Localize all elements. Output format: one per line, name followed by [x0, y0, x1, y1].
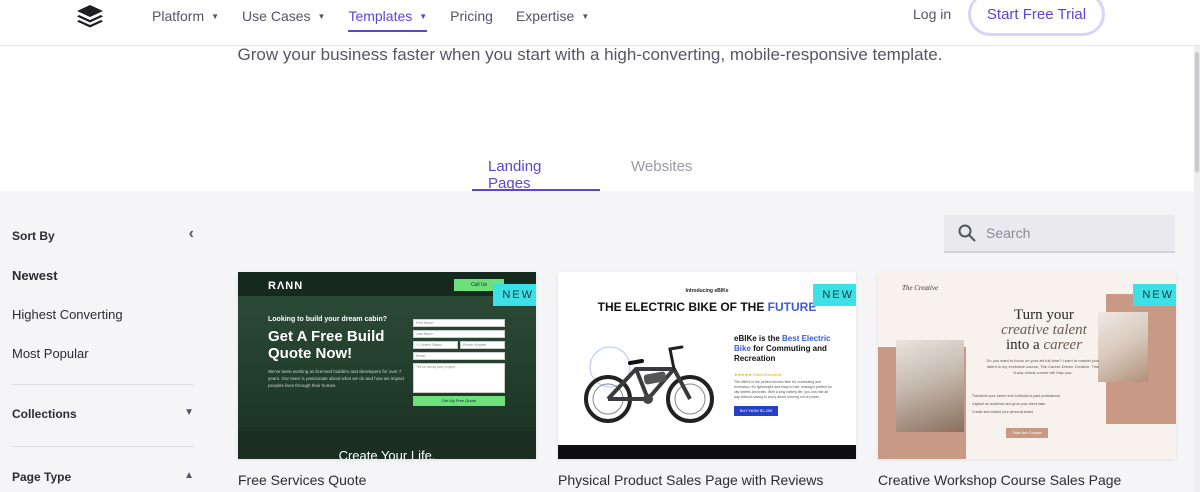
chevron-down-icon: ▼: [581, 11, 590, 21]
tab-websites[interactable]: Websites: [615, 146, 708, 192]
nav-platform[interactable]: Platform ▼: [152, 0, 219, 32]
divider: [12, 446, 194, 447]
template-preview[interactable]: RΛNN Call Us Looking to build your dream…: [238, 272, 536, 459]
nav-expertise-label: Expertise: [515, 8, 575, 24]
top-navigation-bar: Platform ▼ Use Cases ▼ Templates ▼ Prici…: [0, 0, 1200, 46]
preview-headline-c: into a: [1005, 337, 1044, 353]
preview-submit-button: Get My Free Quote: [413, 396, 505, 406]
chevron-down-icon: ▼: [317, 11, 326, 21]
sort-option-newest[interactable]: Newest: [12, 268, 58, 283]
template-card-physical-product[interactable]: Introducing eBIKe THE ELECTRIC BIKE OF T…: [558, 272, 856, 488]
bike-image: [584, 345, 714, 423]
template-type-tabs: Landing Pages Websites: [472, 146, 708, 192]
chevron-down-icon: ▼: [211, 11, 220, 21]
preview-footer-text: Create Your Life.: [338, 448, 436, 459]
page-scrollbar[interactable]: [1194, 46, 1200, 492]
preview-desc-a: eBIKe is the: [734, 334, 783, 343]
nav-platform-label: Platform: [152, 8, 205, 24]
sort-by-header[interactable]: Sort By ‹: [12, 225, 194, 243]
search-box[interactable]: [944, 215, 1175, 253]
chevron-left-icon[interactable]: ‹: [189, 225, 194, 243]
scrollbar-thumb[interactable]: [1195, 52, 1199, 172]
chevron-down-icon: ▼: [184, 407, 194, 418]
template-title[interactable]: Creative Workshop Course Sales Page: [878, 472, 1176, 488]
preview-buy-button: BUY NOW $1,450: [734, 406, 778, 416]
preview-form: First Name Last Name +1 United States Ph…: [413, 319, 505, 406]
template-title[interactable]: Free Services Quote: [238, 472, 536, 488]
start-free-trial-button[interactable]: Start Free Trial: [968, 0, 1105, 36]
nav-use-cases[interactable]: Use Cases ▼: [242, 0, 325, 32]
preview-bullet: Capture an audience and grow your client…: [972, 402, 1046, 406]
preview-rating: ★★★★★ Rated Excellent: [734, 372, 782, 377]
template-card-free-services-quote[interactable]: RΛNN Call Us Looking to build your dream…: [238, 272, 536, 488]
preview-headline-a: Turn your: [1014, 307, 1074, 323]
page-subtitle: Grow your business faster when you start…: [237, 45, 943, 64]
new-badge: NEW: [813, 284, 856, 306]
sort-option-most-popular[interactable]: Most Popular: [12, 346, 89, 361]
preview-headline-b: creative talent: [1001, 322, 1087, 338]
layers-logo-icon[interactable]: [74, 3, 106, 29]
search-icon: [958, 224, 976, 242]
preview-description-heading: eBIKe is the Best Electric Bike for Comm…: [734, 334, 834, 364]
template-card-creative-workshop[interactable]: The Creative Turn your creative talent i…: [878, 272, 1176, 488]
preview-left-photo: [896, 340, 964, 432]
preview-bullet: Create and market your personal brand: [972, 410, 1034, 414]
preview-brand: RΛNN: [268, 280, 304, 292]
preview-course-button: Take the Course: [1006, 428, 1048, 438]
divider: [12, 384, 194, 385]
sort-by-label: Sort By: [12, 229, 55, 243]
preview-field: Phone Number: [460, 341, 505, 349]
collections-label: Collections: [12, 407, 77, 421]
preview-field: Last Name: [413, 330, 505, 338]
page-type-label: Page Type: [12, 470, 72, 484]
preview-headline: Get A Free Build Quote Now!: [268, 328, 385, 362]
preview-headline: Turn your creative talent into a career: [974, 308, 1114, 353]
preview-headline-d: career: [1043, 337, 1083, 353]
page-type-header[interactable]: Page Type ▲: [12, 470, 194, 484]
preview-paragraph: We've been working as licensed builders …: [268, 369, 405, 388]
preview-bullet: Transform your career from hobbyist to p…: [972, 394, 1060, 398]
login-link[interactable]: Log in: [913, 6, 951, 22]
chevron-down-icon: ▼: [419, 11, 428, 21]
collections-header[interactable]: Collections ▼: [12, 407, 194, 421]
preview-field: First Name: [413, 319, 505, 327]
preview-kicker: Looking to build your dream cabin?: [268, 316, 388, 323]
new-badge: NEW: [493, 284, 536, 306]
sort-option-highest-converting[interactable]: Highest Converting: [12, 307, 123, 322]
chevron-up-icon: ▲: [184, 470, 194, 481]
preview-paragraph: Do you want to focus on your art full-ti…: [986, 358, 1100, 375]
search-input[interactable]: [986, 225, 1166, 241]
nav-use-cases-label: Use Cases: [242, 8, 311, 24]
preview-headline: THE ELECTRIC BIKE OF THE FUTURE: [558, 300, 856, 314]
preview-paragraph: The eBIKe is the perfect electric bike f…: [734, 380, 832, 399]
template-preview[interactable]: The Creative Turn your creative talent i…: [878, 272, 1176, 459]
nav-templates[interactable]: Templates ▼: [348, 0, 427, 32]
main-nav: Platform ▼ Use Cases ▼ Templates ▼ Prici…: [152, 0, 612, 32]
preview-logo: The Creative: [902, 284, 939, 292]
preview-headline-a: THE ELECTRIC BIKE OF THE: [597, 300, 768, 314]
nav-pricing-label: Pricing: [450, 8, 493, 24]
tab-landing-pages[interactable]: Landing Pages: [472, 146, 600, 192]
preview-field: Email: [413, 352, 505, 360]
preview-field: +1 United States: [413, 341, 458, 349]
template-preview[interactable]: Introducing eBIKe THE ELECTRIC BIKE OF T…: [558, 272, 856, 459]
nav-expertise[interactable]: Expertise ▼: [516, 0, 589, 32]
preview-headline-b: FUTURE: [767, 300, 817, 314]
preview-footer-band: [558, 445, 856, 459]
nav-pricing[interactable]: Pricing: [450, 0, 493, 32]
preview-textarea: Tell us about your project: [413, 363, 505, 393]
nav-templates-label: Templates: [348, 8, 413, 24]
new-badge: NEW: [1133, 284, 1176, 306]
templates-panel: Sort By ‹ Newest Highest Converting Most…: [0, 191, 1194, 492]
preview-field-row: +1 United States Phone Number: [413, 341, 505, 352]
template-title[interactable]: Physical Product Sales Page with Reviews: [558, 472, 856, 488]
preview-intro: Introducing eBIKe: [685, 288, 729, 294]
